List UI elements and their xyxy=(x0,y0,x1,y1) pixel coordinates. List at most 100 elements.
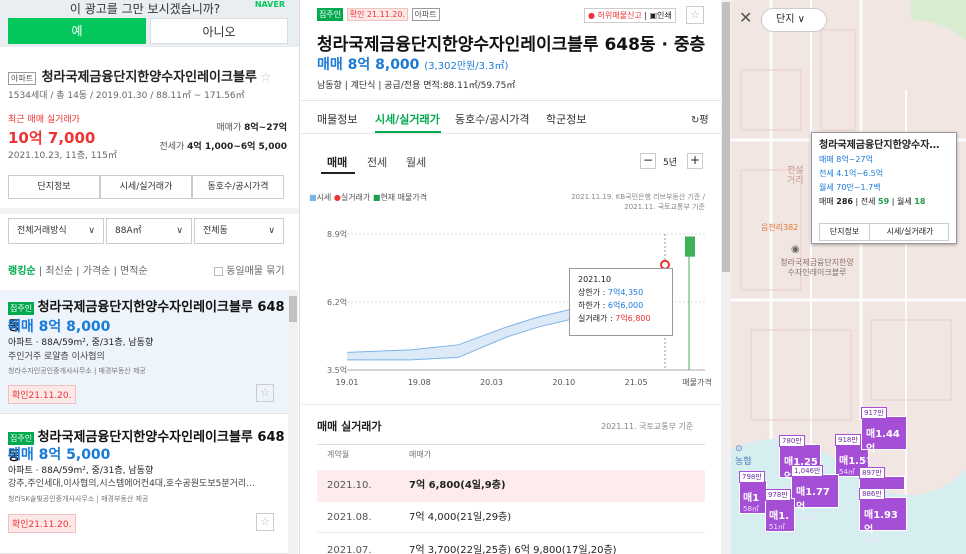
jeonse-range-label: 전세가 xyxy=(159,142,185,152)
favorite-star-icon[interactable]: ☆ xyxy=(256,513,274,531)
map-pin-icon[interactable]: ◉ xyxy=(791,244,800,255)
map-price-marker[interactable]: 978만 매1. 51㎡ xyxy=(765,489,795,532)
subtab-jeonse[interactable]: 전세 xyxy=(367,154,387,170)
map-price-marker[interactable]: 886만 매1.93억 72㎡ xyxy=(859,488,907,545)
ad-dismiss-question: 이 광고를 그만 보시겠습니까? xyxy=(69,2,221,16)
x-tick-label: 20.10 xyxy=(552,378,575,387)
scrollbar-thumb[interactable] xyxy=(289,296,297,322)
detail-price: 매매 8억 8,000 (3,302만원/3.3㎡) xyxy=(317,54,508,74)
subtab-sale[interactable]: 매매 xyxy=(327,154,347,170)
tooltip-lower: 6억6,000 xyxy=(607,301,644,310)
y-tick-label: 8.9억 xyxy=(327,229,347,239)
area-select[interactable]: 88A㎡ ∨ xyxy=(106,218,192,244)
tooltip-deal-label: 실거래가 : xyxy=(578,314,613,323)
legend-swatch: ● xyxy=(333,193,341,202)
tooltip-upper-label: 상한가 : xyxy=(578,288,606,297)
sort-area[interactable]: 면적순 xyxy=(120,266,148,277)
owner-tag: 집주인 xyxy=(8,431,35,445)
close-icon[interactable]: ✕ xyxy=(739,10,757,28)
y-tick-label: 6.2억 xyxy=(327,297,347,307)
price-history-button[interactable]: 시세/실거래가 xyxy=(100,175,192,199)
listing-confirm-date: 확인21.11.20. xyxy=(8,514,76,533)
report-link[interactable]: 허위매물신고 xyxy=(598,11,642,20)
tab-unit-price[interactable]: 동호수/공시가격 xyxy=(455,111,530,127)
ad-dismiss-yes-button[interactable]: 예 xyxy=(8,18,146,44)
tooltip-lower-label: 하한가 : xyxy=(578,301,606,310)
map-price-marker[interactable]: 1,046만 매1.77억 56㎡ xyxy=(791,465,839,522)
tab-unit-toggle[interactable]: ↻평 xyxy=(691,111,709,126)
marker-price: 매1. xyxy=(769,511,789,522)
listing-scrollbar[interactable] xyxy=(288,290,298,554)
group-listings-toggle[interactable]: 동일매물 묶기 xyxy=(214,262,285,277)
tab-school[interactable]: 학군정보 xyxy=(546,111,586,127)
deal-row[interactable]: 2021.08. 7억 4,000(21일,29층) xyxy=(317,503,705,533)
scrollbar-thumb[interactable] xyxy=(722,2,730,272)
map-view[interactable]: ✕ 단지 ∨ 청라국제금융단지한양수자… 매매 8억~27억 전세 4.1억~6… xyxy=(731,0,966,554)
chart-legend: ■시세 ●실거래가 ■현재 매물가격 xyxy=(309,192,427,203)
map-price-marker[interactable]: 798만 매1 58㎡ xyxy=(739,471,767,514)
deal-row[interactable]: 2021.10. 7억 6,800(4일,9층) xyxy=(317,470,705,502)
deal-price: 7억 6,800(4일,9층) xyxy=(409,480,506,491)
popup-price-button[interactable]: 시세/실거래가 xyxy=(870,224,950,240)
legend-item: 실거래가 xyxy=(340,193,371,202)
legend-swatch: ■ xyxy=(309,193,317,202)
listing-desc: 주인거주 로얄층 이사협의 xyxy=(8,352,105,362)
listing-item[interactable]: 집주인 청라국제금융단지한양수자인레이크블루 648동 매매 8억 5,000 … xyxy=(0,414,288,554)
popup-buttons: 단지정보 시세/실거래가 xyxy=(819,223,949,241)
unit-price-button[interactable]: 동호수/공시가격 xyxy=(192,175,284,199)
favorite-star-icon[interactable]: ☆ xyxy=(256,384,274,402)
popup-title: 청라국제금융단지한양수자… xyxy=(819,140,940,151)
deals-header-price: 매매가 xyxy=(409,450,432,459)
favorite-star-icon[interactable]: ☆ xyxy=(260,70,271,84)
deal-row[interactable]: 2021.07. 7억 3,700(22일,25층) 6억 9,800(17일,… xyxy=(317,536,705,554)
building-select[interactable]: 전체동 ∨ xyxy=(194,218,284,244)
chart-source: 2021.11.19. KB국민은행 리브부동산 기준 / 2021.11. 국… xyxy=(547,192,705,212)
recent-deal-label: 최근 매매 실거래가 xyxy=(8,115,80,125)
tab-price-history[interactable]: 시세/실거래가 xyxy=(375,111,440,127)
x-tick-label: 매물가격 xyxy=(682,377,711,387)
marker-unit-price: 886만 xyxy=(859,488,885,500)
listing-price-bar xyxy=(685,236,695,257)
listing-item[interactable]: 집주인 청라국제금융단지한양수자인레이크블루 648동 매매 8억 8,000 … xyxy=(0,290,288,414)
map-place-label: 전설 거리 xyxy=(787,166,804,186)
listing-spec: 아파트 · 88A/59m², 중/31층, 남동향 xyxy=(8,338,154,348)
structure: 계단식 xyxy=(350,81,376,91)
direction: 남동향 xyxy=(317,81,342,91)
detail-scrollbar[interactable] xyxy=(721,0,731,554)
sale-range-value: 8억~27억 xyxy=(244,123,287,133)
popup-counts: 매매 286 | 전세 59 | 월세 18 xyxy=(819,197,926,206)
sort-latest[interactable]: 최신순 xyxy=(45,266,73,277)
map-place-name: 농협 xyxy=(735,457,752,467)
jeonse-range: 전세가 4억 1,000~6억 5,000 xyxy=(159,139,287,152)
popup-rent-count: 18 xyxy=(914,197,926,206)
complex-popup[interactable]: 청라국제금융단지한양수자… 매매 8억~27억 전세 4.1억~6.5억 월세 … xyxy=(811,132,957,244)
tab-listing-info[interactable]: 매물정보 xyxy=(317,111,357,127)
period-increase-button[interactable]: + xyxy=(687,153,703,169)
popup-sale-count: 286 xyxy=(836,197,853,206)
map-complex-filter[interactable]: 단지 ∨ xyxy=(761,8,827,32)
popup-complex-info-button[interactable]: 단지정보 xyxy=(820,224,870,240)
subtab-rent[interactable]: 월세 xyxy=(406,154,426,170)
ad-dismiss-no-button[interactable]: 아니오 xyxy=(150,18,288,44)
deal-price: 7억 3,700(22일,25층) 6억 9,800(17일,20층) xyxy=(409,545,617,554)
deals-source: 2021.11. 국토교통부 기준 xyxy=(601,422,694,431)
y-tick-label: 3.5억 xyxy=(327,365,347,375)
period-decrease-button[interactable]: − xyxy=(640,153,656,169)
checkbox-icon xyxy=(214,266,223,276)
recent-deal-price: 10억 7,000 xyxy=(8,129,96,147)
map-price-marker[interactable]: 917만 매1.44억 52㎡ xyxy=(861,407,907,464)
report-print-group: ● 허위매물신고 | ▣인쇄 xyxy=(584,8,676,23)
active-subtab-indicator xyxy=(321,172,355,174)
marker-price: 매1.5 xyxy=(839,456,866,467)
print-icon: ▣ xyxy=(649,11,658,20)
period-value: 5년 xyxy=(663,158,678,168)
naver-logo: NAVER xyxy=(254,0,285,9)
favorite-star-icon[interactable]: ☆ xyxy=(686,6,704,24)
chevron-down-icon: ∨ xyxy=(88,226,95,236)
marker-area: 56㎡ xyxy=(796,514,812,522)
sort-ranking[interactable]: 랭킹순 xyxy=(8,266,36,277)
complex-info-button[interactable]: 단지정보 xyxy=(8,175,100,199)
sort-price[interactable]: 가격순 xyxy=(83,266,111,277)
trade-type-select[interactable]: 전체거래방식 ∨ xyxy=(8,218,104,244)
print-link[interactable]: 인쇄 xyxy=(657,11,672,20)
